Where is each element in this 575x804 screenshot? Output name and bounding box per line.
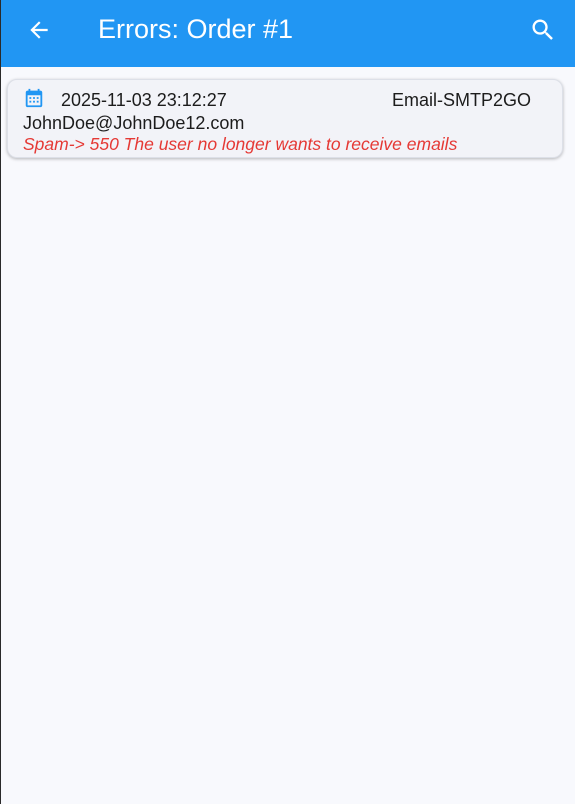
arrow-left-icon [30, 21, 48, 39]
calendar-icon [25, 88, 43, 108]
search-icon [532, 19, 553, 40]
error-card[interactable]: 2025-11-03 23:12:27 Email-SMTP2GO JohnDo… [7, 79, 563, 158]
app-bar: Errors: Order #1 [0, 0, 575, 67]
page-title: Errors: Order #1 [98, 14, 294, 44]
back-button[interactable] [16, 10, 62, 50]
error-recipient: JohnDoe@JohnDoe12.com [23, 113, 245, 133]
error-timestamp: 2025-11-03 23:12:27 [61, 90, 227, 110]
error-message: Spam-> 550 The user no longer wants to r… [23, 134, 458, 154]
error-channel: Email-SMTP2GO [391, 90, 531, 110]
window-edge [0, 0, 1, 804]
search-button[interactable] [523, 10, 563, 50]
